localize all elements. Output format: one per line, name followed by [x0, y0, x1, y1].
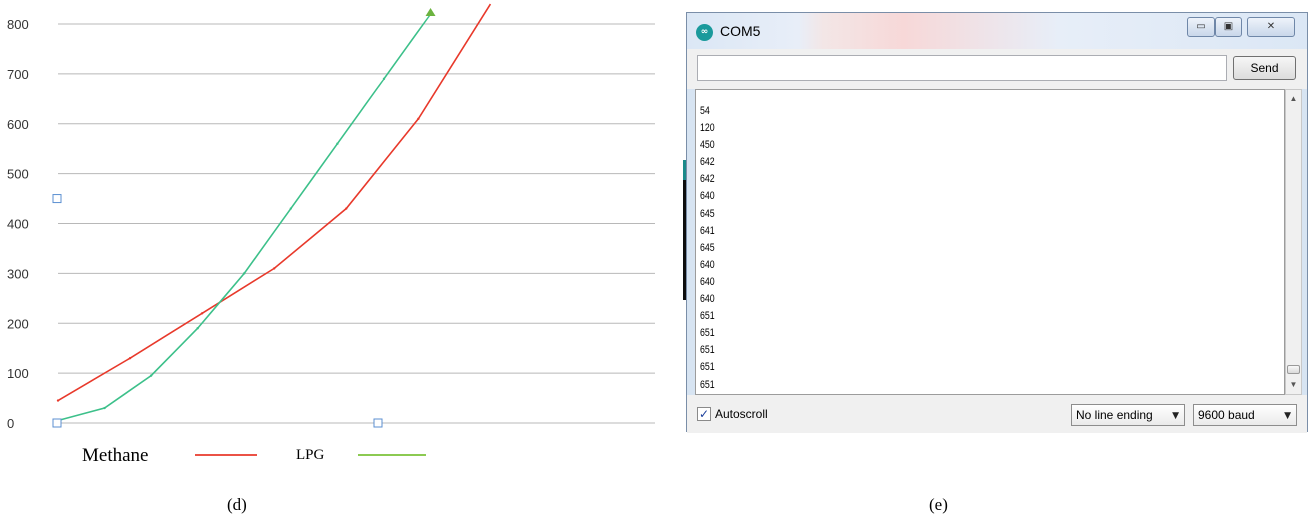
- serial-line: 645: [700, 241, 715, 254]
- data-point: [56, 399, 60, 402]
- y-tick-label: 400: [7, 217, 29, 232]
- vertical-scrollbar[interactable]: ▲ ▼: [1285, 89, 1302, 395]
- minimize-button[interactable]: ▭: [1187, 17, 1215, 37]
- chart-grid: [58, 23, 655, 424]
- y-tick-label: 100: [7, 366, 29, 381]
- bottom-bar: ✓ Autoscroll No line ending ▼ 9600 baud …: [687, 395, 1307, 433]
- y-tick-label: 200: [7, 316, 29, 331]
- serial-line: 640: [700, 190, 715, 203]
- data-point: [128, 356, 132, 360]
- data-point: [289, 207, 293, 210]
- maximize-button[interactable]: ▣: [1215, 17, 1242, 37]
- data-point: [200, 312, 204, 315]
- data-point: [243, 272, 246, 275]
- autoscroll-checkbox[interactable]: ✓: [697, 407, 711, 421]
- serial-line: 54: [700, 105, 710, 117]
- chart-series: [56, 3, 492, 422]
- data-point: [196, 327, 199, 330]
- y-tick-label: 0: [7, 416, 14, 431]
- data-point: [149, 374, 153, 377]
- baud-rate-select[interactable]: 9600 baud ▼: [1193, 404, 1297, 426]
- chevron-down-icon: ▼: [1172, 411, 1179, 421]
- series-line-methane: [57, 3, 492, 402]
- data-point: [417, 117, 420, 120]
- resize-handle[interactable]: [373, 418, 383, 428]
- output-lines: 54 120 450 642 642 640 645 641 645 640 640 640 651 65…: [700, 103, 718, 394]
- data-point: [273, 267, 276, 270]
- scroll-up-arrow-icon[interactable]: ▲: [1286, 92, 1301, 106]
- legend-label-methane: Methane: [82, 445, 148, 466]
- legend-label-lpg: LPG: [296, 447, 325, 463]
- baud-rate-value: 9600 baud: [1198, 408, 1255, 422]
- data-point: [336, 142, 339, 145]
- resize-handle[interactable]: [52, 418, 62, 428]
- autoscroll-label: Autoscroll: [715, 407, 768, 421]
- y-axis-ticks: 800 700 600 500 400 300 200 100 0: [7, 17, 29, 431]
- serial-line: 642: [700, 156, 715, 169]
- send-button[interactable]: Send: [1233, 56, 1296, 80]
- serial-line: 450: [700, 139, 715, 152]
- serial-monitor-window: ∞ COM5 ▭ ▣ ✕ Send 54 120 450 642 642 640 645 64…: [686, 12, 1308, 433]
- gas-concentration-chart: 800 700 600 500 400 300 200 100 0 Methane LPG: [7, 3, 655, 466]
- serial-line: 120: [700, 122, 715, 135]
- scroll-thumb[interactable]: [1287, 365, 1300, 374]
- line-ending-select[interactable]: No line ending ▼: [1071, 404, 1185, 426]
- y-tick-label: 800: [7, 17, 29, 32]
- selection-handles: [52, 194, 383, 428]
- chart-legend: Methane LPG: [82, 445, 426, 466]
- title-bar[interactable]: ∞ COM5 ▭ ▣ ✕: [687, 13, 1307, 49]
- y-tick-label: 500: [7, 167, 29, 182]
- y-tick-label: 700: [7, 67, 29, 82]
- caption-e: (e): [929, 495, 948, 514]
- serial-line: 645: [700, 207, 715, 220]
- serial-line: 651: [700, 310, 715, 323]
- chevron-down-icon: ▼: [1284, 411, 1291, 421]
- serial-output[interactable]: 54 120 450 642 642 640 645 641 645 640 640 640 651 65…: [695, 89, 1285, 395]
- data-point: [103, 406, 106, 410]
- serial-line: 640: [700, 258, 715, 271]
- serial-line: 642: [700, 173, 715, 186]
- series-line-lpg: [57, 13, 432, 422]
- serial-line: 640: [700, 293, 715, 306]
- data-point: [345, 207, 348, 210]
- y-tick-label: 600: [7, 117, 29, 132]
- resize-handle[interactable]: [52, 194, 62, 204]
- caption-d: (d): [227, 495, 247, 514]
- scroll-down-arrow-icon[interactable]: ▼: [1286, 378, 1301, 392]
- serial-line: 641: [700, 224, 715, 237]
- series-end-marker: [425, 8, 436, 17]
- line-ending-value: No line ending: [1076, 408, 1153, 422]
- serial-line: 640: [700, 275, 715, 288]
- window-title: COM5: [720, 23, 761, 39]
- data-point: [382, 77, 386, 81]
- serial-line: 651: [700, 344, 715, 357]
- close-button[interactable]: ✕: [1247, 17, 1295, 37]
- send-row: Send: [687, 49, 1307, 89]
- serial-line: 651: [700, 361, 715, 374]
- arduino-icon: ∞: [696, 24, 713, 41]
- serial-input[interactable]: [697, 55, 1227, 81]
- serial-line: 651: [700, 378, 715, 391]
- serial-line: 651: [700, 327, 715, 340]
- y-tick-label: 300: [7, 266, 29, 281]
